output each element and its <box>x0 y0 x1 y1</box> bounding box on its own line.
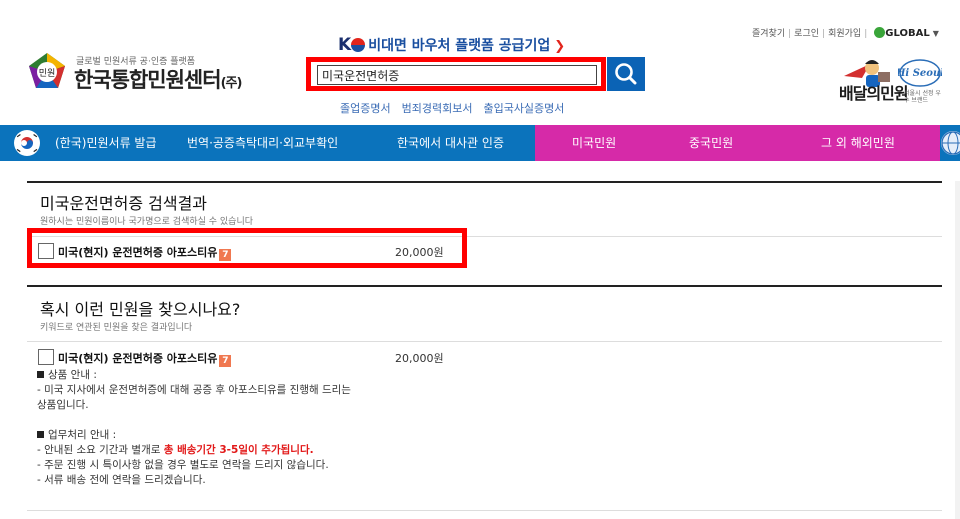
result-item-label: 미국(현지) 운전면허증 아포스티유 <box>58 246 218 259</box>
nav-embassy-certification[interactable]: 한국에서 대사관 인증 <box>397 125 504 161</box>
bullet-square-icon <box>37 371 44 378</box>
process-line-1: - 안내된 소요 기간과 별개로 총 배송기간 3-5일이 추가됩니다. <box>37 443 357 458</box>
product-heading: 상품 안내 : <box>48 369 97 381</box>
quick-links: 졸업증명서 범죄경력회보서 출입국사실증명서 <box>340 100 575 116</box>
nav-us-services[interactable]: 미국민원 <box>572 125 616 161</box>
result-item-price: 20,000원 <box>395 246 444 259</box>
signup-link[interactable]: 회원가입 <box>828 29 861 39</box>
suggest-title: 혹시 이런 민원을 찾으시나요? <box>40 300 241 319</box>
chevron-down-icon: ▼ <box>932 29 939 38</box>
divider <box>27 510 942 511</box>
logo-title[interactable]: 한국통합민원센터(주) <box>74 64 243 94</box>
process-line-2: - 주문 진행 시 특이사항 없을 경우 별도로 연락을 드리지 않습니다. <box>37 459 329 471</box>
search-highlight-box <box>306 57 606 91</box>
top-utility-bar: 즐겨찾기 | 로그인 | 회원가입 | GLOBAL ▼ <box>752 27 939 39</box>
svg-text:민원: 민원 <box>39 68 56 79</box>
bullet-square-icon <box>37 431 44 438</box>
divider <box>27 341 942 342</box>
suggest-item-name[interactable]: 미국(현지) 운전면허증 아포스티유 7 <box>58 350 232 367</box>
side-strip <box>955 181 960 519</box>
days-badge: 7 <box>219 355 232 367</box>
ko-circle-icon <box>351 38 366 52</box>
language-select[interactable]: GLOBAL <box>885 28 929 39</box>
result-checkbox[interactable] <box>38 243 54 259</box>
suggest-checkbox[interactable] <box>38 349 54 365</box>
suggest-item-label: 미국(현지) 운전면허증 아포스티유 <box>58 352 218 365</box>
svg-text:Hi Seoul: Hi Seoul <box>898 68 942 79</box>
search-input[interactable] <box>317 65 597 85</box>
quick-link-graduation[interactable]: 졸업증명서 <box>340 102 391 115</box>
quick-link-immigration[interactable]: 출입국사실증명서 <box>483 102 564 115</box>
banner-text: 비대면 바우처 플랫폼 공급기업 <box>368 38 551 54</box>
delivery-notice: 총 배송기간 3-5일이 추가됩니다. <box>163 444 314 456</box>
nav-china-services[interactable]: 중국민원 <box>689 125 733 161</box>
logo-title-text: 한국통합민원센터 <box>74 68 222 92</box>
bookmark-link[interactable]: 즐겨찾기 <box>752 29 785 39</box>
process-line-1-text: - 안내된 소요 기간과 별개로 <box>37 444 164 456</box>
logo-mark[interactable]: 민원 <box>27 52 67 90</box>
result-item-name[interactable]: 미국(현지) 운전면허증 아포스티유 7 <box>58 244 232 261</box>
globe-icon <box>874 27 886 38</box>
nav-korean-documents[interactable]: (한국)민원서류 발급 <box>55 125 157 161</box>
process-line-3: - 서류 배송 전에 연락을 드리겠습니다. <box>37 474 206 486</box>
days-badge: 7 <box>219 249 232 261</box>
korea-flag-icon <box>14 130 40 156</box>
process-heading: 업무처리 안내 : <box>48 429 117 441</box>
search-button[interactable] <box>607 57 645 91</box>
suggest-description: 키워드로 연관된 민원을 찾은 결과입니다 <box>40 323 193 333</box>
globe-icon[interactable] <box>941 131 960 155</box>
logo-suffix: (주) <box>220 76 243 91</box>
voucher-banner[interactable]: K 비대면 바우처 플랫폼 공급기업 ❯ <box>338 35 565 55</box>
hi-seoul-logo: Hi Seoul <box>895 58 944 88</box>
quick-link-criminal-record[interactable]: 범죄경력회보서 <box>402 102 473 115</box>
results-title: 미국운전면허증 검색결과 <box>40 194 208 213</box>
product-text: - 미국 지사에서 운전면허증에 대해 공증 후 아포스티유를 진행해 드리는 … <box>37 384 351 411</box>
suggest-item-price: 20,000원 <box>395 352 444 365</box>
brand-caption: 서울시 선정 우수 브랜드 <box>904 90 941 104</box>
search-icon <box>615 63 637 85</box>
login-link[interactable]: 로그인 <box>794 29 819 39</box>
divider <box>27 285 942 287</box>
chevron-right-icon: ❯ <box>554 39 566 54</box>
ko-logo: K <box>338 35 352 55</box>
product-description: 상품 안내 : - 미국 지사에서 운전면허증에 대해 공증 후 아포스티유를 … <box>37 368 357 488</box>
nav-other-overseas[interactable]: 그 외 해외민원 <box>821 125 895 161</box>
results-description: 원하시는 민원이름이나 국가명으로 검색하실 수 있습니다 <box>40 217 254 227</box>
nav-translation-notary[interactable]: 번역·공증측탁대리·외교부확인 <box>187 125 338 161</box>
